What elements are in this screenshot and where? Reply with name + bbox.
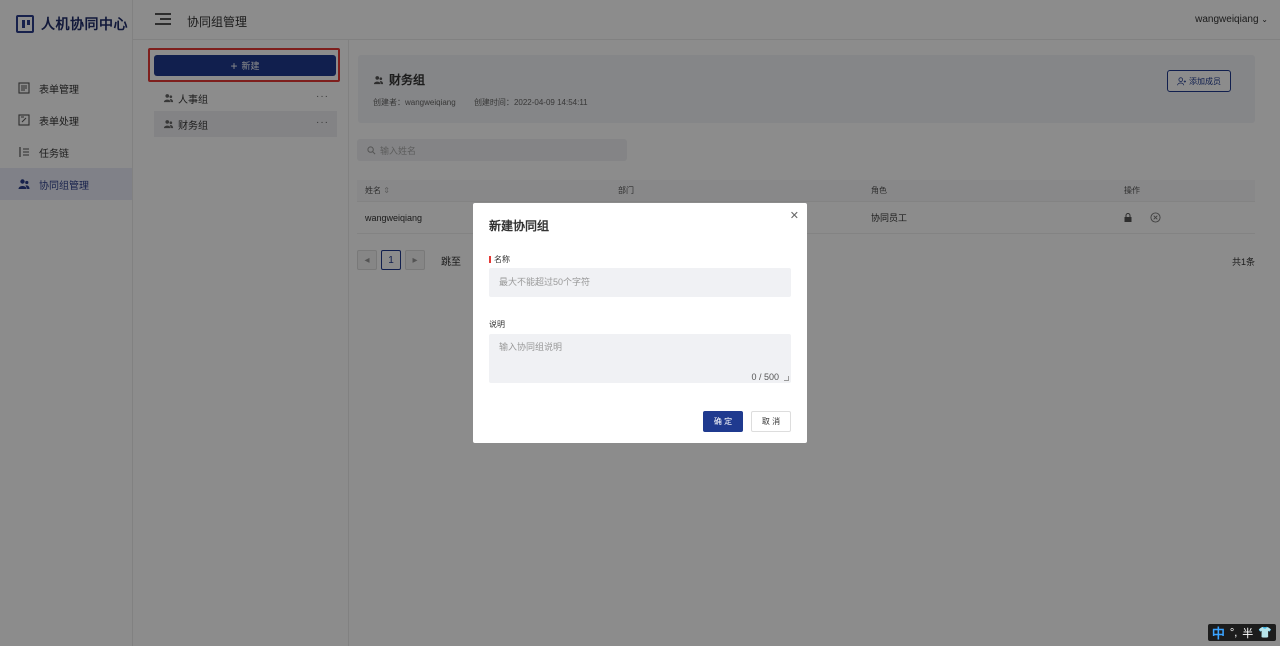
close-icon[interactable]: ✕ [790,209,799,222]
resize-handle[interactable] [784,376,789,381]
desc-label: 说明 [489,320,505,329]
required-marker [489,256,491,263]
ime-toolbar[interactable]: 中 °, 半 👕 [1207,623,1276,642]
confirm-button[interactable]: 确 定 [703,411,743,432]
ime-punct[interactable]: °, [1230,627,1237,639]
ime-mode[interactable]: 中 [1212,623,1225,642]
name-label: 名称 [489,254,510,265]
cancel-button[interactable]: 取 消 [751,411,791,432]
group-name-input[interactable]: 最大不能超过50个字符 [489,268,791,297]
group-desc-textarea[interactable]: 输入协同组说明 [489,334,791,383]
char-counter: 0 / 500 [751,372,779,382]
skin-icon[interactable]: 👕 [1258,626,1272,639]
ime-width[interactable]: 半 [1242,625,1253,641]
dialog-title: 新建协同组 [489,219,550,233]
new-group-dialog: 新建协同组 ✕ 名称 最大不能超过50个字符 说明 输入协同组说明 0 / 50… [473,203,807,443]
